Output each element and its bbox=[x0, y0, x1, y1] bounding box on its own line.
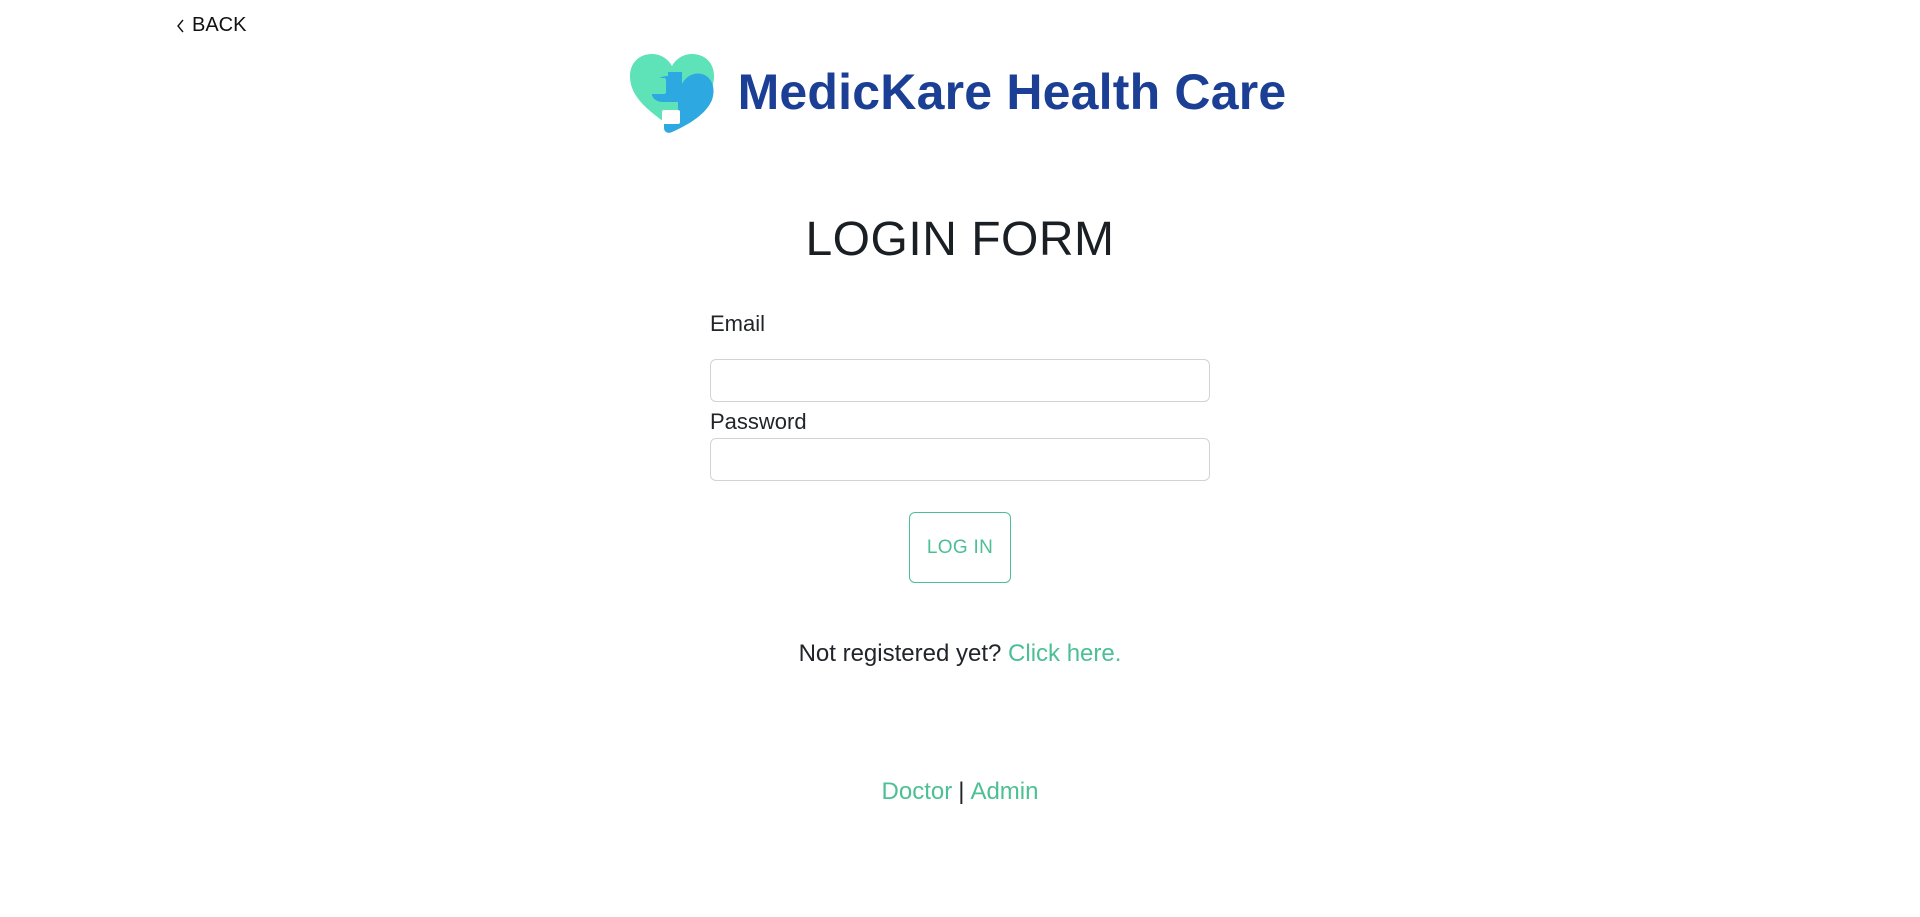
password-field[interactable] bbox=[710, 438, 1210, 481]
login-button[interactable]: LOG IN bbox=[909, 512, 1011, 583]
register-prompt: Not registered yet? Click here. bbox=[0, 640, 1920, 668]
heart-cross-logo-icon bbox=[629, 54, 714, 133]
email-label: Email bbox=[710, 311, 766, 336]
admin-link[interactable]: Admin bbox=[970, 778, 1038, 805]
email-field[interactable] bbox=[710, 359, 1210, 402]
password-label: Password bbox=[710, 409, 807, 434]
register-text: Not registered yet? bbox=[798, 640, 1002, 667]
back-label: BACK bbox=[192, 14, 247, 36]
brand-header: MedicKare Health Care bbox=[0, 50, 1920, 134]
link-separator: | bbox=[958, 778, 965, 805]
back-link[interactable]: BACK bbox=[176, 14, 246, 37]
login-page: BACK MedicKare Health Care LOGIN FORM Em… bbox=[0, 0, 1920, 917]
register-link[interactable]: Click here. bbox=[1008, 640, 1121, 667]
brand-name: MedicKare Health Care bbox=[737, 64, 1287, 120]
doctor-link[interactable]: Doctor bbox=[882, 778, 953, 805]
chevron-left-icon bbox=[177, 19, 184, 32]
role-links: Doctor | Admin bbox=[0, 778, 1920, 806]
page-title: LOGIN FORM bbox=[805, 213, 1115, 266]
